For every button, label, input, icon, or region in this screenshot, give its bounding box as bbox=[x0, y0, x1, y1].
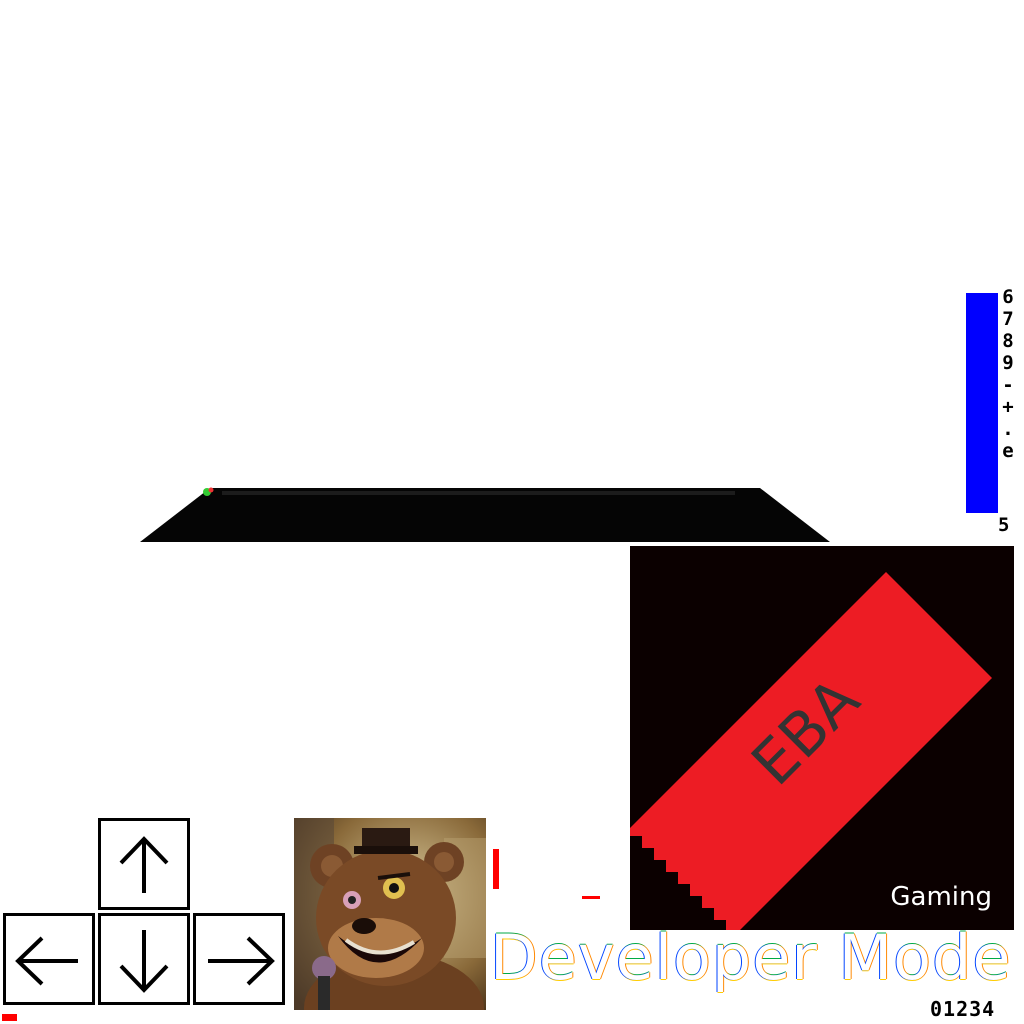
gauge-char: 7 bbox=[1002, 308, 1014, 330]
red-dash-marker bbox=[582, 896, 600, 899]
gauge-char: e bbox=[1002, 440, 1014, 462]
left-arrow-key[interactable] bbox=[3, 913, 95, 1005]
power-gauge bbox=[966, 293, 998, 513]
gauge-char: 6 bbox=[1002, 286, 1014, 308]
gauge-char: - bbox=[1002, 374, 1014, 396]
up-arrow-key[interactable] bbox=[98, 818, 190, 910]
red-corner-marker bbox=[2, 1014, 17, 1021]
logo-subtitle: Gaming bbox=[890, 882, 992, 912]
right-arrow-icon bbox=[208, 936, 275, 986]
eba-gaming-logo: EBA Gaming bbox=[630, 546, 1014, 930]
logo-banner-graphic: EBA bbox=[630, 572, 992, 930]
gauge-char: . bbox=[1002, 418, 1014, 440]
red-marker bbox=[493, 849, 499, 889]
platform bbox=[140, 487, 830, 542]
gauge-value: 5 bbox=[998, 514, 1010, 536]
right-arrow-key[interactable] bbox=[193, 913, 285, 1005]
character-portrait bbox=[294, 818, 486, 1010]
up-arrow-icon bbox=[119, 836, 169, 893]
counter-readout: 01234 bbox=[930, 997, 996, 1021]
down-arrow-icon bbox=[119, 930, 169, 993]
down-arrow-key[interactable] bbox=[98, 913, 190, 1005]
left-arrow-icon bbox=[15, 936, 78, 986]
gauge-character-list: 6 7 8 9 - + . e bbox=[999, 286, 1017, 462]
gauge-char: 8 bbox=[1002, 330, 1014, 352]
gauge-char: + bbox=[1002, 396, 1014, 418]
gauge-char: 9 bbox=[1002, 352, 1014, 374]
developer-mode-label: Developer Mode bbox=[490, 921, 1012, 994]
